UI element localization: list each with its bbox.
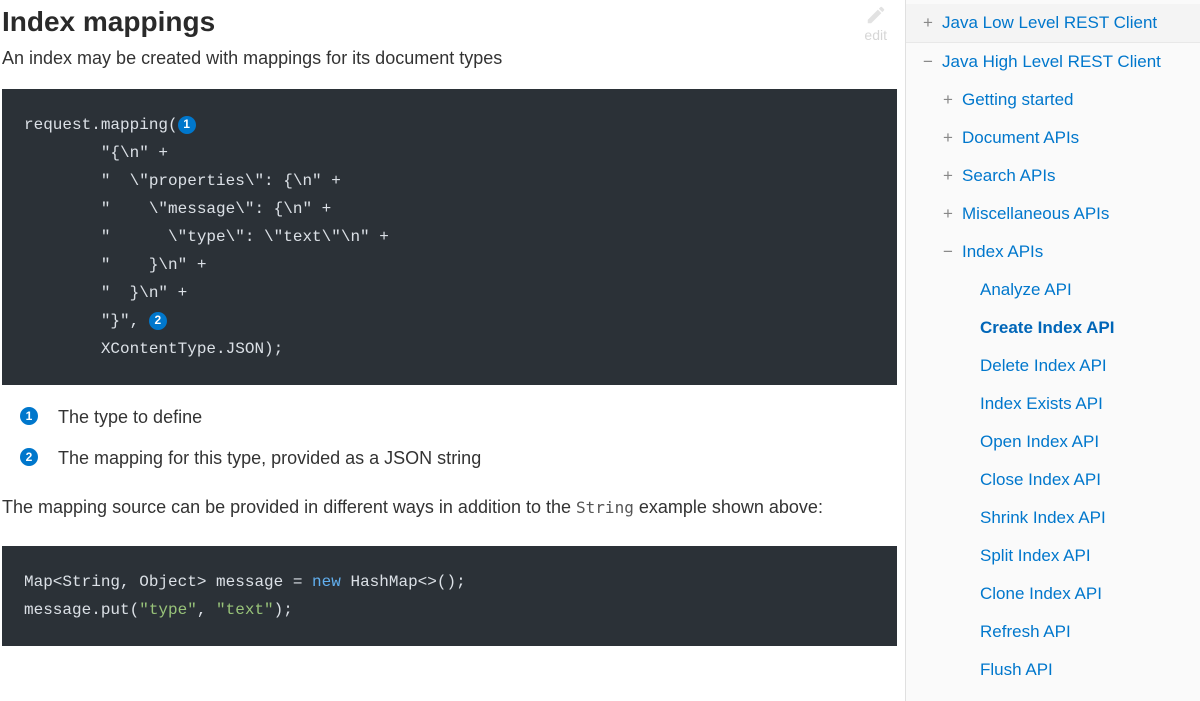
inline-code-string: String (576, 498, 634, 517)
nav-label: Getting started (962, 90, 1074, 110)
nav-item-java-low-level[interactable]: + Java Low Level REST Client (906, 4, 1200, 43)
nav-label: Split Index API (980, 546, 1091, 566)
nav-label: Delete Index API (980, 356, 1107, 376)
edit-label: edit (864, 27, 887, 43)
nav-label: Document APIs (962, 128, 1079, 148)
nav-label: Refresh API (980, 622, 1071, 642)
collapse-icon: − (920, 52, 936, 72)
nav-label: Index Exists API (980, 394, 1103, 414)
nav-item-split-index-api[interactable]: Split Index API (906, 537, 1200, 575)
nav-item-index-apis[interactable]: −Index APIs (906, 233, 1200, 271)
callout-badge-1: 1 (20, 407, 38, 425)
callout-row: 2 The mapping for this type, provided as… (20, 448, 897, 469)
collapse-icon: − (940, 242, 956, 262)
nav-label: Flush API (980, 660, 1053, 680)
nav-item-open-index-api[interactable]: Open Index API (906, 423, 1200, 461)
nav-item-misc-apis[interactable]: + Miscellaneous APIs (906, 195, 1200, 233)
nav-item-delete-index-api[interactable]: Delete Index API (906, 347, 1200, 385)
paragraph-2: The mapping source can be provided in di… (2, 493, 897, 522)
expand-icon: + (940, 204, 956, 224)
nav-label: Search APIs (962, 166, 1056, 186)
nav-item-search-apis[interactable]: + Search APIs (906, 157, 1200, 195)
pencil-icon (865, 4, 887, 26)
nav-item-index-exists-api[interactable]: Index Exists API (906, 385, 1200, 423)
main-content: Index mappings edit An index may be crea… (0, 0, 905, 701)
callout-text: The mapping for this type, provided as a… (58, 448, 481, 469)
code-block-1: request.mapping(1 "{\n" + " \"properties… (2, 89, 897, 385)
callout-row: 1 The type to define (20, 407, 897, 428)
nav-item-document-apis[interactable]: + Document APIs (906, 119, 1200, 157)
expand-icon: + (940, 128, 956, 148)
nav-label: Create Index API (980, 318, 1114, 338)
nav-label: Close Index API (980, 470, 1101, 490)
expand-icon: + (920, 13, 936, 33)
callout-badge-2: 2 (20, 448, 38, 466)
nav-label: Java Low Level REST Client (942, 13, 1157, 33)
nav-item-analyze-api[interactable]: Analyze API (906, 271, 1200, 309)
sidebar-nav: + Java Low Level REST Client − Java High… (905, 0, 1200, 701)
nav-label: Miscellaneous APIs (962, 204, 1109, 224)
expand-icon: + (940, 166, 956, 186)
nav-label: Java High Level REST Client (942, 52, 1161, 72)
nav-item-getting-started[interactable]: + Getting started (906, 81, 1200, 119)
nav-item-clone-index-api[interactable]: Clone Index API (906, 575, 1200, 613)
nav-label: Shrink Index API (980, 508, 1106, 528)
nav-label: Index APIs (962, 242, 1043, 262)
nav-item-refresh-api[interactable]: Refresh API (906, 613, 1200, 651)
callout-badge-2: 2 (149, 312, 167, 330)
callout-list: 1 The type to define 2 The mapping for t… (20, 407, 897, 469)
callout-badge-1: 1 (178, 116, 196, 134)
callout-text: The type to define (58, 407, 202, 428)
nav-item-shrink-index-api[interactable]: Shrink Index API (906, 499, 1200, 537)
expand-icon: + (940, 90, 956, 110)
nav-item-close-index-api[interactable]: Close Index API (906, 461, 1200, 499)
nav-label: Open Index API (980, 432, 1099, 452)
nav-item-java-high-level[interactable]: − Java High Level REST Client (906, 43, 1200, 81)
nav-label: Analyze API (980, 280, 1072, 300)
edit-link[interactable]: edit (864, 4, 887, 42)
nav-item-create-index-api[interactable]: Create Index API (906, 309, 1200, 347)
page-title: Index mappings (2, 6, 215, 38)
nav-item-flush-api[interactable]: Flush API (906, 651, 1200, 689)
nav-label: Clone Index API (980, 584, 1102, 604)
intro-text: An index may be created with mappings fo… (2, 48, 897, 69)
code-block-2: Map<String, Object> message = new HashMa… (2, 546, 897, 646)
